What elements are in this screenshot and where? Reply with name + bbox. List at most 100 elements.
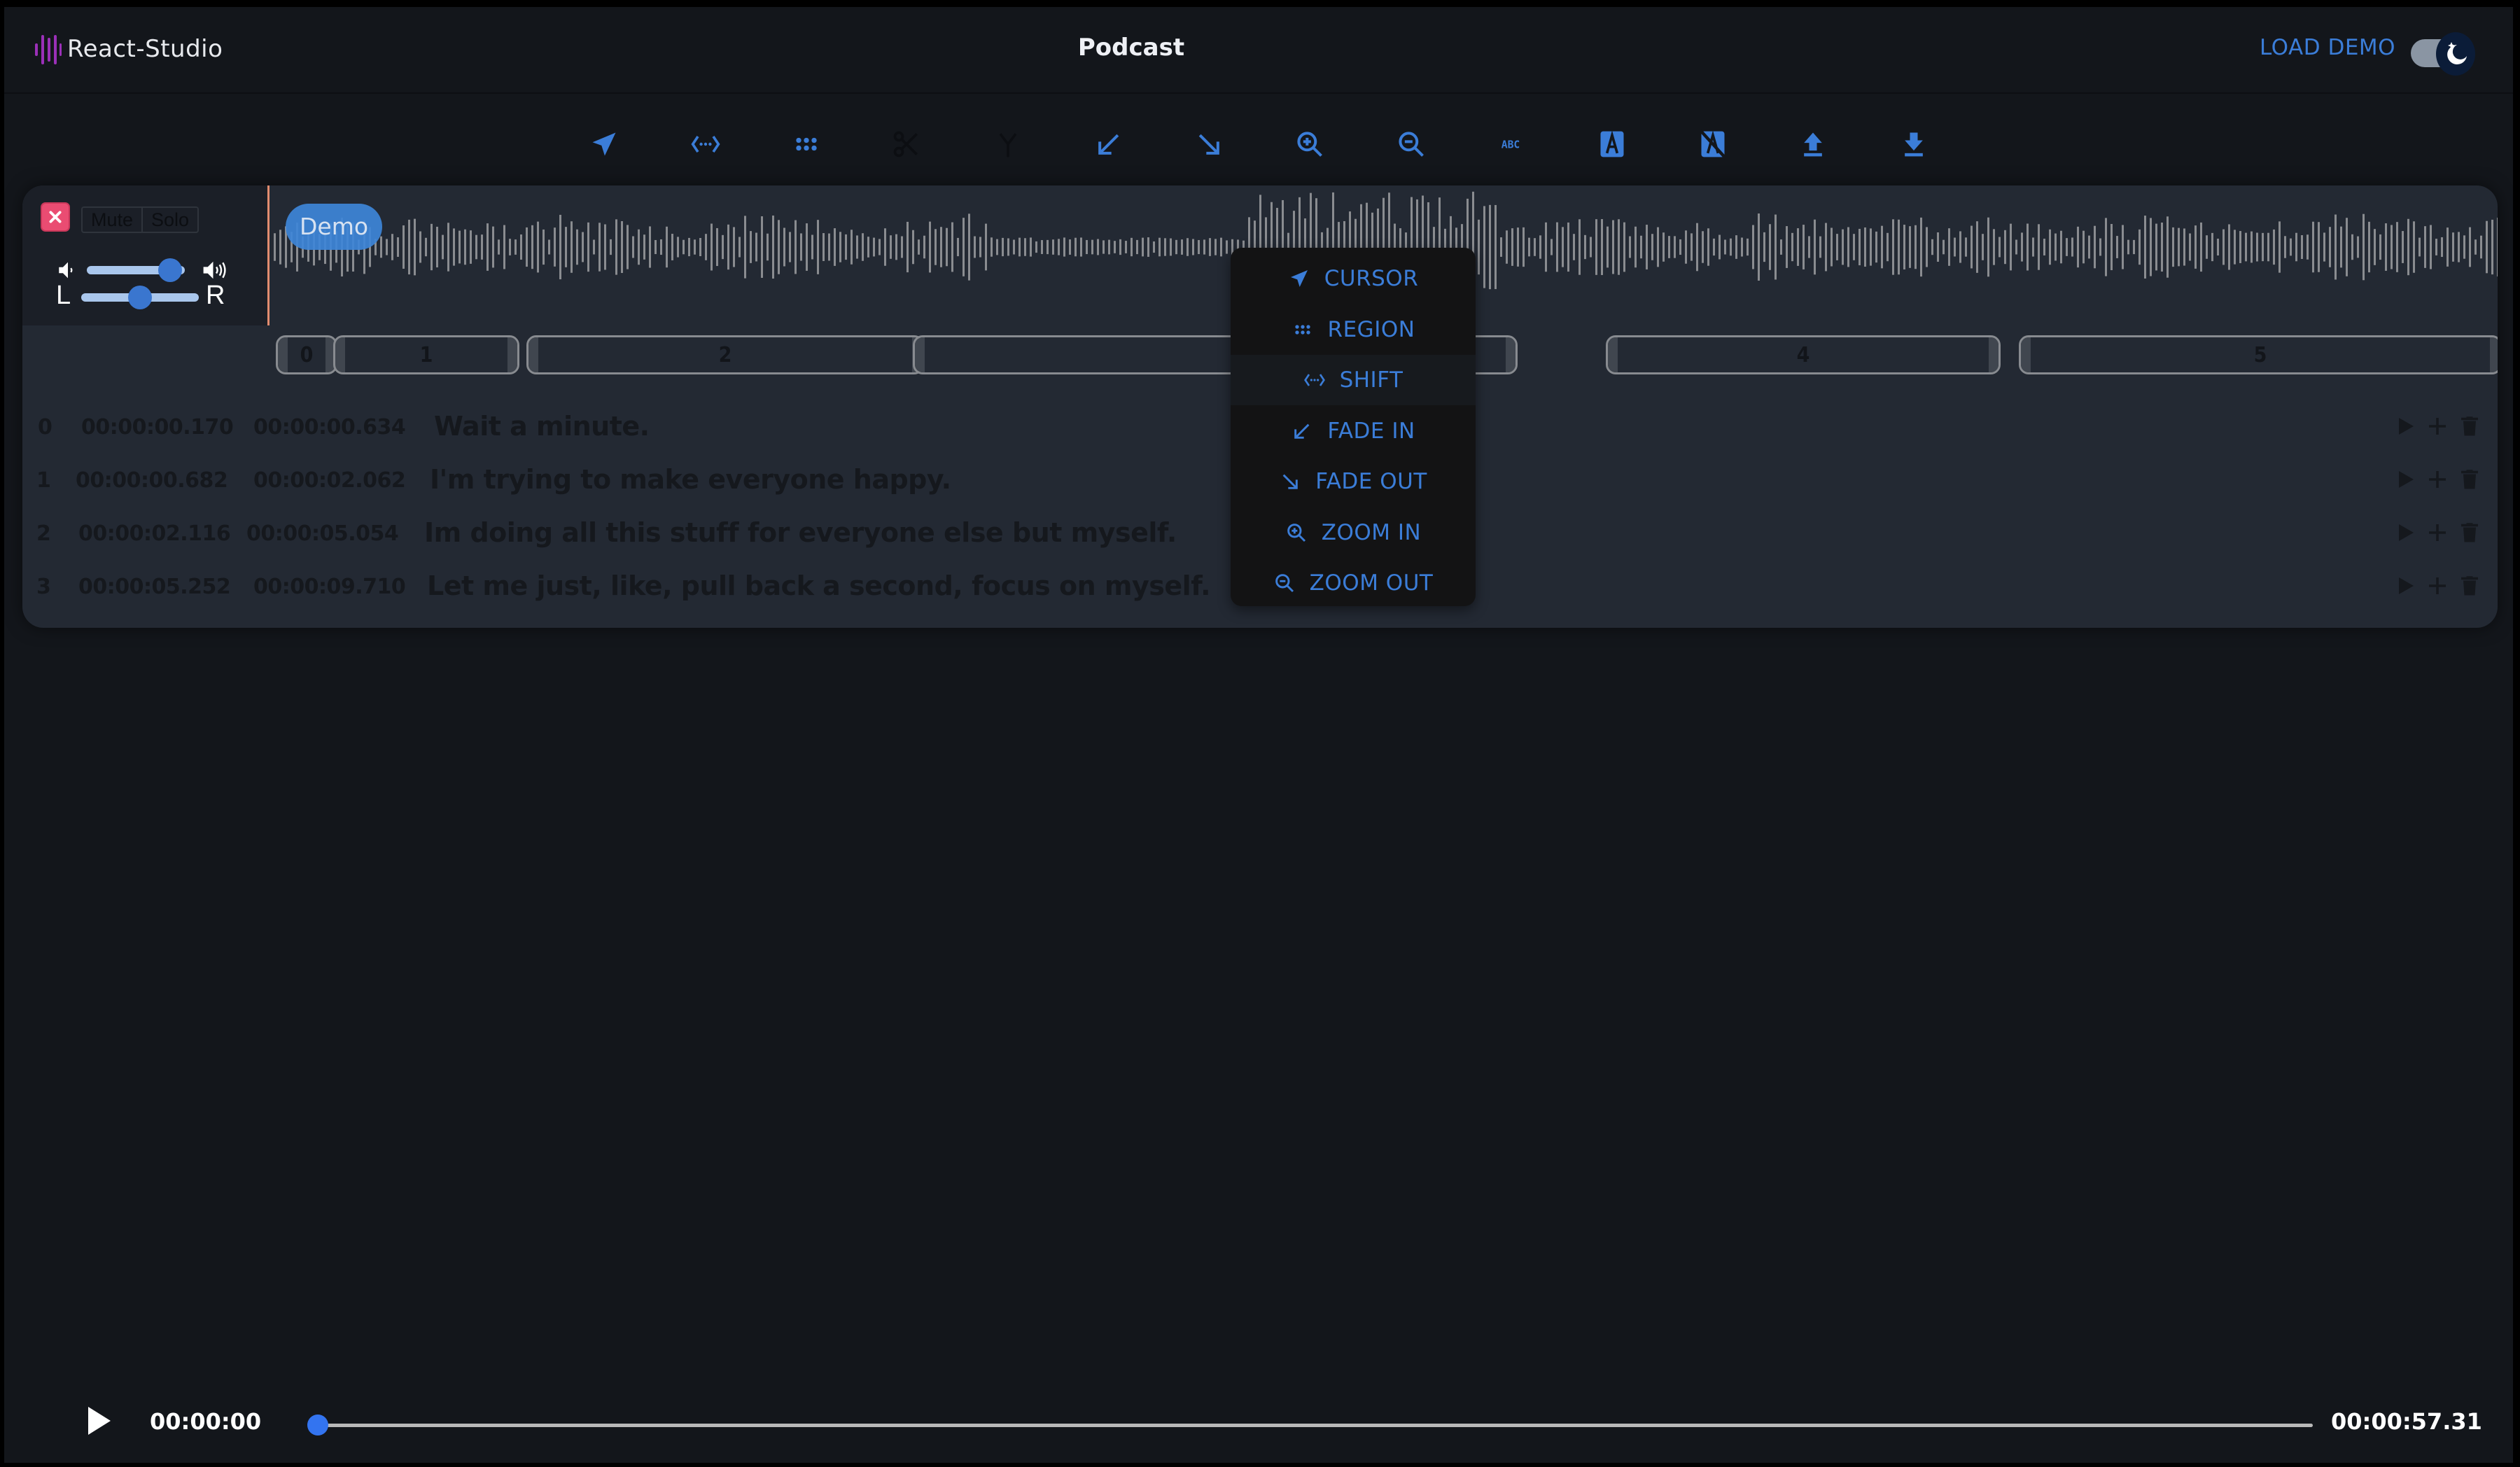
annotation-text[interactable]: I'm trying to make everyone happy. bbox=[430, 464, 951, 495]
menu-item-fade-in[interactable]: FADE IN bbox=[1231, 406, 1476, 456]
waveform-bar bbox=[1494, 204, 1497, 290]
toolbar-fade-out-button[interactable] bbox=[1189, 125, 1228, 164]
waveform-bar bbox=[2127, 239, 2129, 255]
waveform-bar bbox=[934, 229, 937, 265]
add-annotation-icon[interactable] bbox=[2425, 414, 2450, 439]
waveform-bar bbox=[794, 220, 797, 274]
volume-slider-knob[interactable] bbox=[158, 258, 182, 282]
waveform-bar bbox=[2211, 232, 2213, 262]
play-annotation-icon[interactable] bbox=[2393, 573, 2418, 598]
waveform-bar bbox=[2049, 229, 2051, 265]
toolbar-spellcheck-button[interactable]: ABC bbox=[1491, 125, 1530, 164]
annotation-text[interactable]: Let me just, like, pull back a second, f… bbox=[427, 570, 1211, 601]
waveform-bar bbox=[839, 232, 841, 262]
toolbar-split-button[interactable] bbox=[988, 125, 1028, 164]
add-annotation-icon[interactable] bbox=[2425, 573, 2450, 598]
add-annotation-icon[interactable] bbox=[2425, 520, 2450, 545]
waveform-bar bbox=[386, 239, 388, 255]
waveform-bar bbox=[2150, 218, 2152, 276]
waveform-bar bbox=[666, 226, 668, 268]
waveform-bar bbox=[498, 239, 500, 255]
pan-slider[interactable] bbox=[81, 286, 199, 309]
toolbar-annotations-off-button[interactable] bbox=[1693, 125, 1732, 164]
waveform-bar bbox=[1136, 239, 1138, 255]
region-right-handle[interactable] bbox=[1506, 337, 1516, 372]
waveform-bar bbox=[559, 214, 561, 280]
waveform-bar bbox=[486, 223, 489, 271]
toolbar-annotations-on-button[interactable] bbox=[1592, 125, 1632, 164]
toolbar-zoom-in-button[interactable] bbox=[1290, 125, 1329, 164]
waveform-bar bbox=[453, 228, 455, 266]
toolbar-cut-button[interactable] bbox=[887, 125, 926, 164]
toolbar-region-button[interactable] bbox=[787, 125, 826, 164]
region-box[interactable]: 0 bbox=[276, 335, 337, 374]
pan-slider-knob[interactable] bbox=[128, 286, 152, 309]
remove-track-button[interactable] bbox=[41, 202, 70, 232]
region-box[interactable]: 4 bbox=[1606, 335, 2001, 374]
waveform-bar bbox=[677, 237, 679, 258]
menu-item-label: FADE IN bbox=[1327, 418, 1415, 444]
waveform-bar bbox=[537, 221, 539, 273]
waveform-bar bbox=[2295, 232, 2297, 262]
menu-item-fade-out[interactable]: FADE OUT bbox=[1231, 456, 1476, 507]
current-time: 00:00:00 bbox=[150, 1408, 262, 1435]
toolbar-zoom-out-button[interactable] bbox=[1392, 125, 1431, 164]
zoom-out-icon bbox=[1275, 574, 1294, 593]
toolbar-fade-in-button[interactable] bbox=[1089, 125, 1128, 164]
waveform-bar bbox=[705, 234, 707, 260]
mute-button[interactable]: Mute bbox=[83, 208, 141, 232]
menu-item-zoom-out[interactable]: ZOOM OUT bbox=[1231, 558, 1476, 608]
waveform-bar bbox=[671, 234, 673, 260]
region-box[interactable]: 5 bbox=[2019, 335, 2498, 374]
waveform-bar bbox=[481, 234, 483, 260]
play-button[interactable] bbox=[85, 1404, 113, 1438]
waveform-bar bbox=[1797, 228, 1799, 266]
waveform-bar bbox=[397, 237, 399, 257]
seek-slider-knob[interactable] bbox=[307, 1415, 328, 1436]
toolbar-shift-button[interactable] bbox=[686, 125, 725, 164]
waveform-bar bbox=[2206, 235, 2208, 259]
menu-item-cursor[interactable]: CURSOR bbox=[1231, 253, 1476, 304]
region-box[interactable]: 2 bbox=[526, 335, 924, 374]
delete-annotation-icon[interactable] bbox=[2457, 467, 2482, 492]
toolbar-download-button[interactable] bbox=[1894, 125, 1933, 164]
menu-item-shift[interactable]: SHIFT bbox=[1231, 355, 1476, 405]
waveform-bar bbox=[565, 227, 567, 267]
delete-annotation-icon[interactable] bbox=[2457, 414, 2482, 439]
toolbar-upload-button[interactable] bbox=[1793, 125, 1833, 164]
waveform-bar bbox=[1674, 236, 1676, 258]
waveform-bar bbox=[1853, 234, 1855, 260]
waveform-bar bbox=[1035, 241, 1037, 253]
annotation-text[interactable]: Wait a minute. bbox=[434, 411, 650, 442]
waveform-bar bbox=[2390, 225, 2393, 269]
toolbar-cursor-button[interactable] bbox=[584, 125, 624, 164]
theme-toggle[interactable] bbox=[2411, 32, 2478, 76]
play-annotation-icon[interactable] bbox=[2393, 520, 2418, 545]
delete-annotation-icon[interactable] bbox=[2457, 520, 2482, 545]
waveform-bar bbox=[2071, 237, 2073, 257]
play-annotation-icon[interactable] bbox=[2393, 467, 2418, 492]
waveform-bar bbox=[1573, 234, 1575, 260]
waveform-bar bbox=[1186, 238, 1189, 256]
load-demo-button[interactable]: LOAD DEMO bbox=[2260, 35, 2395, 60]
waveform-bar bbox=[1618, 219, 1620, 275]
zoom-out-icon bbox=[1399, 132, 1424, 157]
add-annotation-icon[interactable] bbox=[2425, 467, 2450, 492]
waveform-bar bbox=[1203, 239, 1205, 255]
solo-button[interactable]: Solo bbox=[141, 208, 197, 232]
waveform-bar bbox=[576, 229, 578, 265]
region-left-handle[interactable] bbox=[915, 337, 925, 372]
volume-slider[interactable] bbox=[87, 258, 185, 282]
delete-annotation-icon[interactable] bbox=[2457, 573, 2482, 598]
waveform-bar bbox=[1125, 241, 1127, 253]
waveform-bar bbox=[1013, 239, 1015, 255]
region-box[interactable]: 1 bbox=[333, 335, 519, 374]
waveform-bar bbox=[2491, 219, 2493, 275]
waveform-bar bbox=[1842, 229, 1844, 265]
play-annotation-icon[interactable] bbox=[2393, 414, 2418, 439]
waveform-bar bbox=[878, 239, 881, 255]
menu-item-zoom-in[interactable]: ZOOM IN bbox=[1231, 507, 1476, 558]
annotation-text[interactable]: Im doing all this stuff for everyone els… bbox=[424, 517, 1177, 548]
menu-item-region[interactable]: REGION bbox=[1231, 304, 1476, 355]
seek-slider[interactable] bbox=[307, 1415, 2313, 1436]
